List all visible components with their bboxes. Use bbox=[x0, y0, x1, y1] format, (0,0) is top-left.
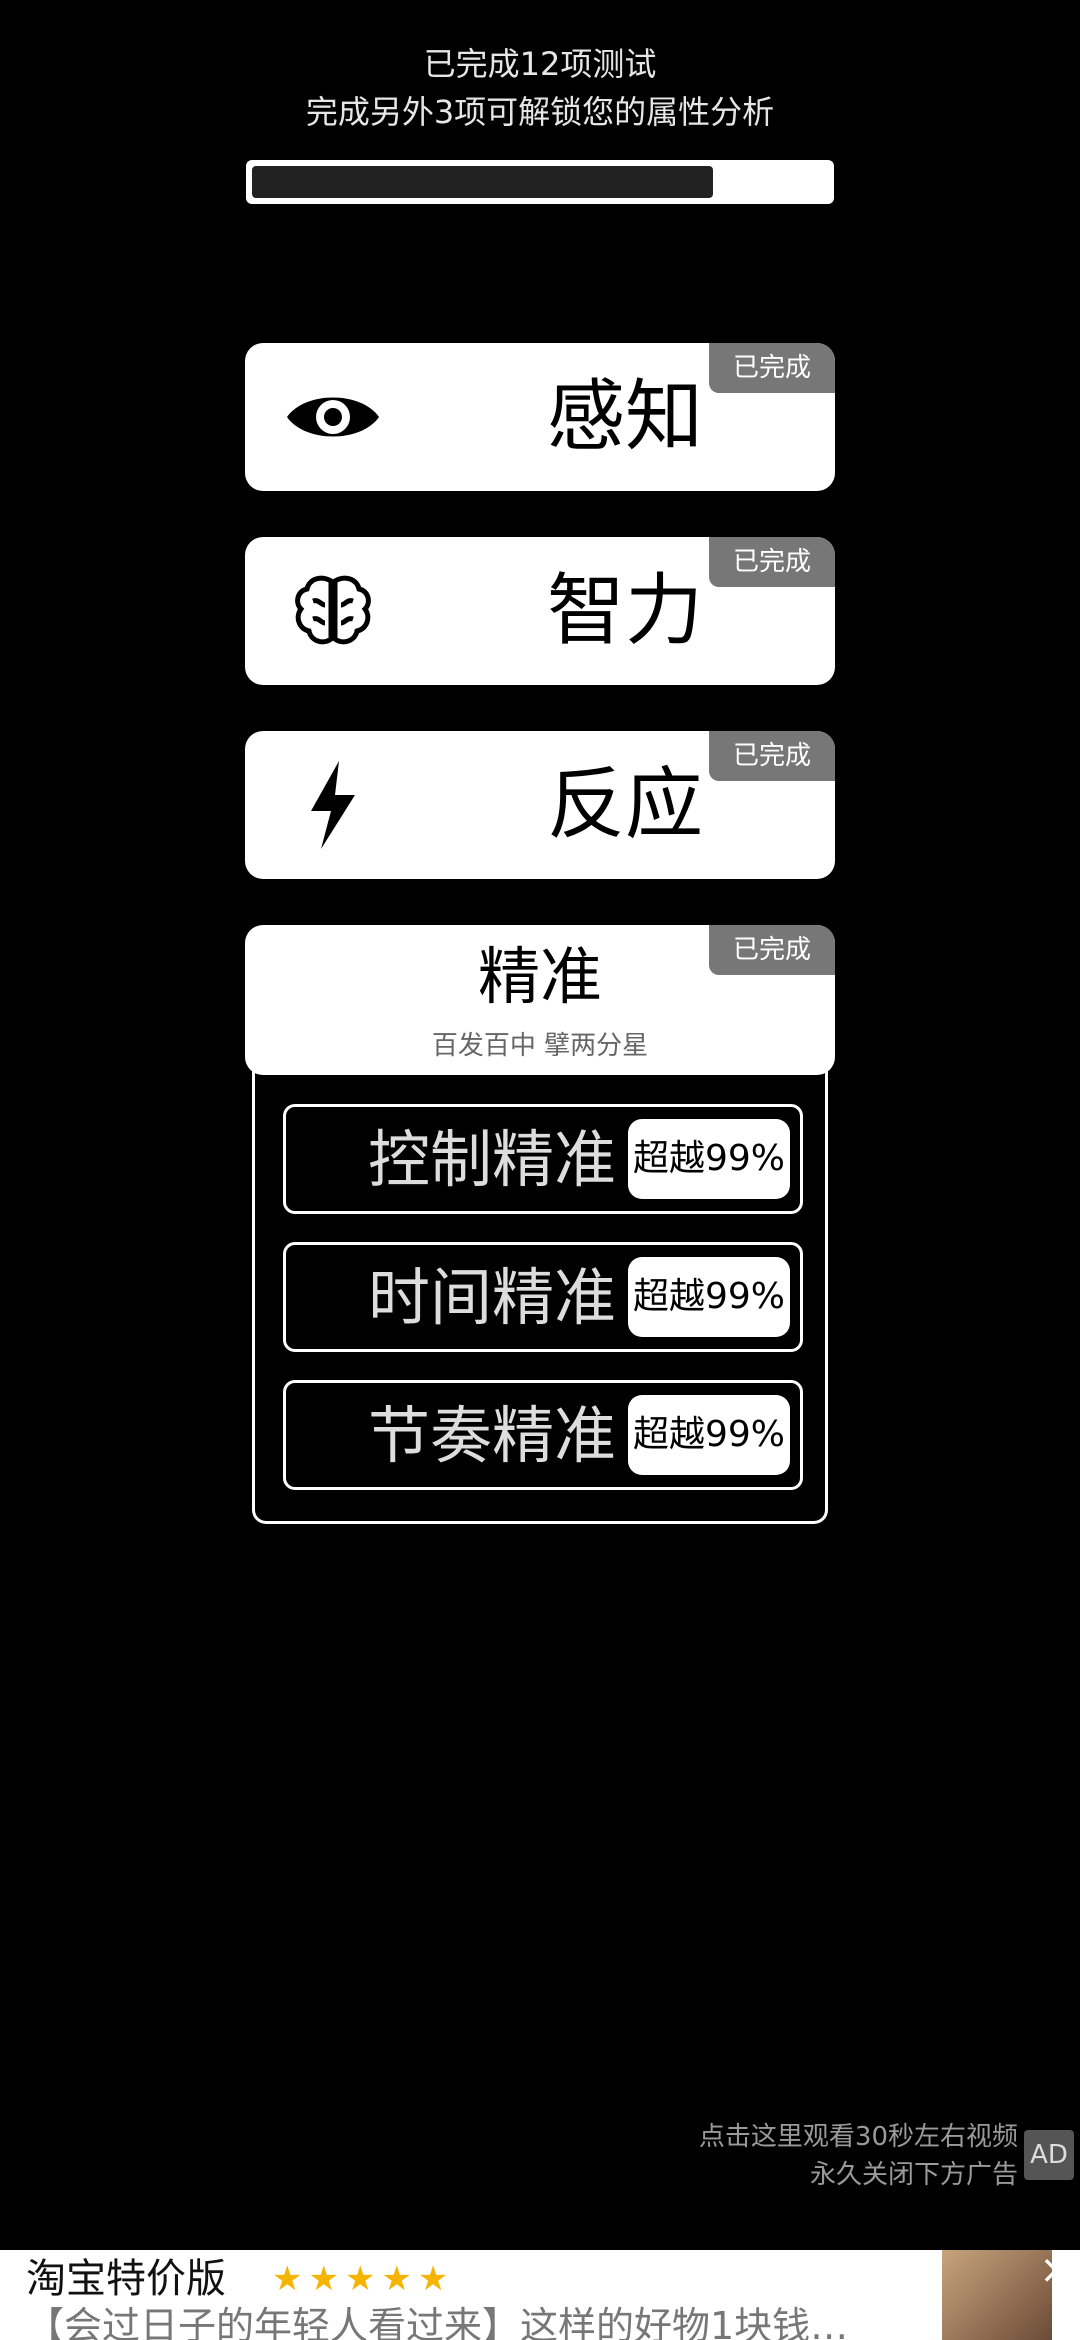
ad-hint-line1: 点击这里观看30秒左右视频 bbox=[698, 2122, 1018, 2152]
detail-label: 控制精准 bbox=[367, 1123, 616, 1196]
lightning-icon bbox=[285, 761, 381, 849]
banner-slogan: 【会过日子的年轻人看过来】这样的好物1块钱… bbox=[26, 2304, 849, 2340]
watch-video-remove-ads-link[interactable]: 点击这里观看30秒左右视频 永久关闭下方广告 bbox=[699, 2118, 1018, 2194]
detail-row-rhythm-accuracy[interactable]: 节奏精准 超越99% bbox=[283, 1380, 803, 1490]
card-perception[interactable]: 感知 已完成 bbox=[245, 343, 835, 491]
card-accuracy[interactable]: 精准 百发百中 擘两分星 已完成 bbox=[245, 925, 835, 1075]
result-pill: 超越99% bbox=[628, 1119, 790, 1199]
accuracy-details-panel: 控制精准 超越99% 时间精准 超越99% 节奏精准 超越99% bbox=[252, 1060, 828, 1524]
detail-label: 节奏精准 bbox=[367, 1399, 616, 1472]
card-subtitle: 百发百中 擘两分星 bbox=[431, 1031, 649, 1061]
card-reaction[interactable]: 反应 已完成 bbox=[245, 731, 835, 879]
completed-badge: 已完成 bbox=[709, 925, 835, 975]
completed-badge: 已完成 bbox=[709, 343, 835, 393]
progress-bar bbox=[246, 160, 834, 204]
result-pill: 超越99% bbox=[628, 1257, 790, 1337]
banner-app-name: 淘宝特价版 bbox=[26, 2256, 226, 2302]
close-icon[interactable]: × bbox=[1038, 2250, 1074, 2290]
rating-stars: ★★★★★ bbox=[272, 2259, 455, 2299]
ad-hint-line2: 永久关闭下方广告 bbox=[809, 2160, 1018, 2190]
unlock-hint-text: 完成另外3项可解锁您的属性分析 bbox=[305, 93, 775, 131]
completed-badge: 已完成 bbox=[709, 537, 835, 587]
card-intelligence[interactable]: 智力 已完成 bbox=[245, 537, 835, 685]
completed-count-text: 已完成12项测试 bbox=[423, 45, 657, 83]
ad-icon[interactable]: AD bbox=[1024, 2130, 1074, 2180]
ad-banner[interactable]: 淘宝特价版 ★★★★★ 【会过日子的年轻人看过来】这样的好物1块钱… × bbox=[0, 2250, 1080, 2340]
detail-row-control-accuracy[interactable]: 控制精准 超越99% bbox=[283, 1104, 803, 1214]
banner-thumbnail bbox=[942, 2250, 1052, 2340]
completed-badge: 已完成 bbox=[709, 731, 835, 781]
eye-icon bbox=[285, 377, 381, 457]
header: 已完成12项测试 完成另外3项可解锁您的属性分析 bbox=[0, 40, 1080, 136]
detail-row-time-accuracy[interactable]: 时间精准 超越99% bbox=[283, 1242, 803, 1352]
result-pill: 超越99% bbox=[628, 1395, 790, 1475]
detail-label: 时间精准 bbox=[367, 1261, 616, 1334]
progress-fill bbox=[252, 166, 713, 198]
brain-icon bbox=[285, 571, 381, 651]
